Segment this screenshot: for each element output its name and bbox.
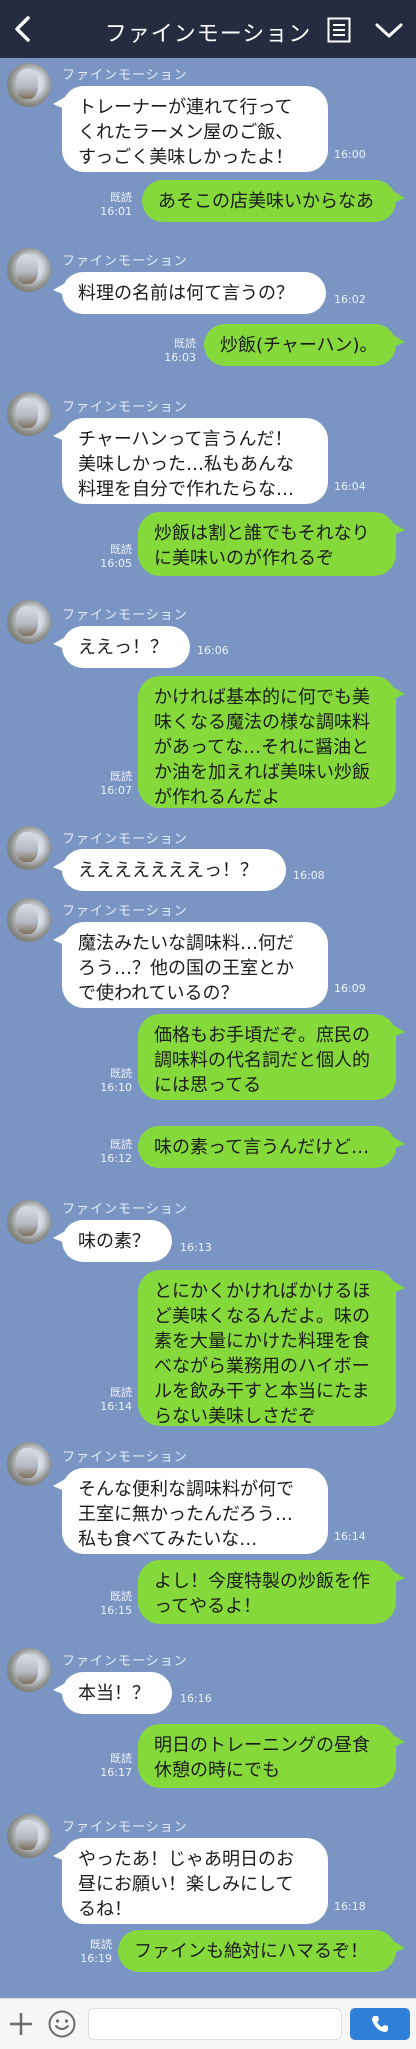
- message-time: 16:08: [293, 869, 325, 882]
- avatar[interactable]: [7, 63, 51, 107]
- message-time: 16:16: [180, 1692, 212, 1705]
- avatar[interactable]: [7, 600, 51, 644]
- message-input[interactable]: [88, 2008, 342, 2040]
- avatar[interactable]: [7, 1200, 51, 1244]
- sender-name: ファインモーション: [62, 68, 188, 83]
- message-bubble[interactable]: ええっ！？: [53, 626, 190, 668]
- sender-name: ファインモーション: [62, 1654, 188, 1669]
- message-bubble[interactable]: えええええええっ！？: [53, 849, 286, 891]
- avatar[interactable]: [7, 1648, 51, 1692]
- emoji-icon[interactable]: [47, 2009, 77, 2039]
- read-receipt: 既読: [110, 1386, 132, 1399]
- message-bubble[interactable]: とにかくかければかけるほ ど美味くなるんだよ。味の 素を大量にかけた料理を食 べ…: [138, 1270, 405, 1427]
- message-bubble[interactable]: やったあ！じゃあ明日のお 昼にお願い！楽しみにして るね！: [53, 1838, 328, 1924]
- sender-name: ファインモーション: [62, 1202, 188, 1217]
- menu-icon[interactable]: [327, 17, 351, 43]
- message-time: 16:14: [100, 1400, 132, 1413]
- sender-name: ファインモーション: [62, 400, 188, 415]
- message-time: 16:02: [334, 293, 366, 306]
- message-time: 16:17: [100, 1766, 132, 1779]
- message-bubble[interactable]: 価格もお手頃だぞ。庶民の 調味料の代名詞だと個人的 には思ってる: [138, 1014, 405, 1100]
- message-time: 16:01: [100, 205, 132, 218]
- read-receipt: 既読: [110, 1752, 132, 1765]
- message-time: 16:06: [197, 644, 229, 657]
- message-time: 16:15: [100, 1604, 132, 1617]
- message-time: 16:19: [80, 1952, 112, 1965]
- message-bubble[interactable]: 炒飯(チャーハン)。: [204, 324, 405, 366]
- avatar[interactable]: [7, 898, 51, 942]
- message-bubble[interactable]: そんな便利な調味料が何で 王室に無かったんだろう… 私も食べてみたいな…: [53, 1468, 328, 1554]
- message-bubble[interactable]: チャーハンって言うんだ！ 美味しかった…私もあんな 料理を自分で作れたらな…: [53, 418, 328, 504]
- phone-icon: [372, 2016, 388, 2032]
- sender-name: ファインモーション: [62, 904, 188, 919]
- message-time: 16:09: [334, 982, 366, 995]
- message-time: 16:13: [180, 1241, 212, 1254]
- plus-icon[interactable]: [8, 2011, 34, 2037]
- message-time: 16:18: [334, 1900, 366, 1913]
- read-receipt: 既読: [110, 1138, 132, 1151]
- avatar[interactable]: [7, 248, 51, 292]
- message-time: 16:14: [334, 1530, 366, 1543]
- message-time: 16:12: [100, 1152, 132, 1165]
- avatar[interactable]: [7, 826, 51, 870]
- avatar[interactable]: [7, 392, 51, 436]
- read-receipt: 既読: [90, 1938, 112, 1951]
- read-receipt: 既読: [174, 337, 196, 350]
- message-time: 16:05: [100, 557, 132, 570]
- message-bubble[interactable]: 魔法みたいな調味料…何だ ろう…？他の国の王室とか で使われているの？: [53, 922, 328, 1008]
- send-button[interactable]: [350, 2008, 410, 2040]
- message-bubble[interactable]: ファインも絶対にハマるぞ！: [118, 1930, 405, 1972]
- message-bubble[interactable]: かければ基本的に何でも美 味くなる魔法の様な調味料 があってな…それに醤油と か…: [138, 676, 405, 808]
- message-thread: ファインモーション トレーナーが連れて行って くれたラーメン屋のご飯、 すっごく…: [0, 58, 416, 1998]
- chat-header: ファインモーション: [0, 0, 416, 58]
- message-time: 16:00: [334, 148, 366, 161]
- sender-name: ファインモーション: [62, 1820, 188, 1835]
- message-bubble[interactable]: 明日のトレーニングの昼食 休憩の時にでも: [138, 1724, 405, 1788]
- sender-name: ファインモーション: [62, 608, 188, 623]
- message-bubble[interactable]: あそこの店美味いからなあ: [142, 180, 405, 222]
- read-receipt: 既読: [110, 1067, 132, 1080]
- avatar[interactable]: [7, 1814, 51, 1858]
- message-bubble[interactable]: 味の素って言うんだけど…: [138, 1126, 405, 1168]
- read-receipt: 既読: [110, 770, 132, 783]
- message-time: 16:07: [100, 784, 132, 797]
- message-bubble[interactable]: 炒飯は割と誰でもそれなり に美味いのが作れるぞ: [138, 512, 405, 576]
- message-time: 16:03: [164, 351, 196, 364]
- read-receipt: 既読: [110, 1590, 132, 1603]
- message-composer: [0, 1998, 416, 2049]
- message-bubble[interactable]: 料理の名前は何て言うの？: [53, 272, 326, 314]
- read-receipt: 既読: [110, 191, 132, 204]
- avatar[interactable]: [7, 1442, 51, 1486]
- message-bubble[interactable]: よし！今度特製の炒飯を作 ってやるよ！: [138, 1560, 405, 1624]
- chevron-down-icon[interactable]: [374, 22, 404, 40]
- message-bubble[interactable]: トレーナーが連れて行って くれたラーメン屋のご飯、 すっごく美味しかったよ！: [53, 86, 328, 172]
- read-receipt: 既読: [110, 543, 132, 556]
- message-bubble[interactable]: 味の素？: [53, 1220, 172, 1262]
- message-bubble[interactable]: 本当！？: [53, 1672, 172, 1714]
- sender-name: ファインモーション: [62, 832, 188, 847]
- chat-title: ファインモーション: [104, 22, 312, 47]
- message-time: 16:04: [334, 480, 366, 493]
- message-time: 16:10: [100, 1081, 132, 1094]
- sender-name: ファインモーション: [62, 254, 188, 269]
- sender-name: ファインモーション: [62, 1450, 188, 1465]
